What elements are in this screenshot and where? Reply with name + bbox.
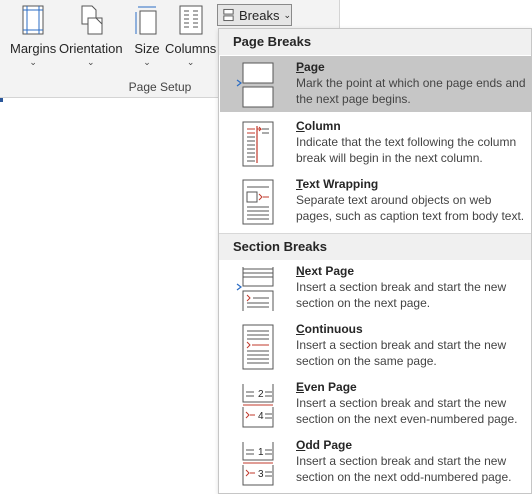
breaks-button[interactable]: Breaks ⌄ — [217, 4, 292, 26]
chevron-down-icon: ⌄ — [29, 57, 37, 67]
page-breaks-heading: Page Breaks — [219, 29, 531, 55]
menu-item-odd-page[interactable]: 1 3 Odd Page Insert a section break and … — [220, 434, 531, 490]
columns-button[interactable]: Columns ⌄ — [165, 4, 216, 74]
chevron-down-icon: ⌄ — [283, 9, 291, 20]
odd-page-icon-number: 3 — [258, 469, 264, 480]
menu-item-description: Insert a section break and start the new… — [296, 338, 507, 368]
menu-item-title: Text Wrapping — [296, 177, 379, 191]
menu-item-text-wrapping[interactable]: Text Wrapping Separate text around objec… — [220, 173, 531, 229]
chevron-down-icon: ⌄ — [143, 57, 151, 67]
page-break-icon — [242, 62, 274, 108]
menu-item-title: Page — [296, 60, 325, 74]
size-icon — [135, 6, 157, 35]
menu-item-title: Next Page — [296, 264, 355, 278]
menu-item-continuous[interactable]: Continuous Insert a section break and st… — [220, 318, 531, 374]
menu-item-title: Column — [296, 119, 341, 133]
menu-item-description: Insert a section break and start the new… — [296, 396, 518, 426]
size-button[interactable]: Size ⌄ — [132, 4, 162, 74]
text-wrapping-icon — [242, 179, 274, 225]
menu-item-even-page[interactable]: 2 4 Even Page Insert a section break and… — [220, 376, 531, 432]
section-breaks-heading: Section Breaks — [219, 234, 531, 260]
menu-item-description: Mark the point at which one page ends an… — [296, 76, 526, 106]
breaks-label: Breaks — [238, 7, 280, 23]
margins-button[interactable]: Margins ⌄ — [10, 4, 56, 74]
margins-label: Margins — [10, 41, 57, 56]
menu-item-description: Insert a section break and start the new… — [296, 280, 507, 310]
menu-item-title: Odd Page — [296, 438, 353, 452]
continuous-break-icon — [242, 324, 274, 370]
columns-icon — [179, 5, 203, 35]
orientation-button[interactable]: Orientation ⌄ — [59, 4, 123, 74]
menu-item-description: Indicate that the text following the col… — [296, 135, 517, 165]
menu-item-description: Insert a section break and start the new… — [296, 454, 512, 484]
size-label: Size — [134, 41, 160, 56]
margins-icon — [22, 5, 44, 35]
ribbon-accent — [0, 98, 3, 102]
menu-item-description: Separate text around objects on web page… — [296, 193, 525, 223]
chevron-down-icon: ⌄ — [186, 57, 195, 67]
chevron-down-icon: ⌄ — [87, 57, 95, 67]
next-page-break-icon — [242, 267, 274, 311]
breaks-dropdown-menu: Page Breaks Page Mark the point at which… — [218, 28, 532, 494]
even-page-icon-number: 4 — [258, 411, 264, 422]
even-page-icon-number: 2 — [258, 389, 264, 400]
menu-item-page[interactable]: Page Mark the point at which one page en… — [220, 56, 531, 112]
menu-item-next-page[interactable]: Next Page Insert a section break and sta… — [220, 260, 531, 316]
orientation-label: Orientation — [59, 41, 123, 56]
menu-item-column[interactable]: Column Indicate that the text following … — [220, 115, 531, 171]
even-page-break-icon: 2 4 — [242, 384, 274, 428]
odd-page-icon-number: 1 — [258, 447, 264, 458]
menu-item-title: Even Page — [296, 380, 357, 394]
breaks-icon — [223, 8, 234, 22]
columns-label: Columns — [165, 41, 217, 56]
odd-page-break-icon: 1 3 — [242, 442, 274, 486]
orientation-icon — [81, 5, 103, 35]
menu-item-title: Continuous — [296, 322, 363, 336]
column-break-icon — [242, 121, 274, 167]
